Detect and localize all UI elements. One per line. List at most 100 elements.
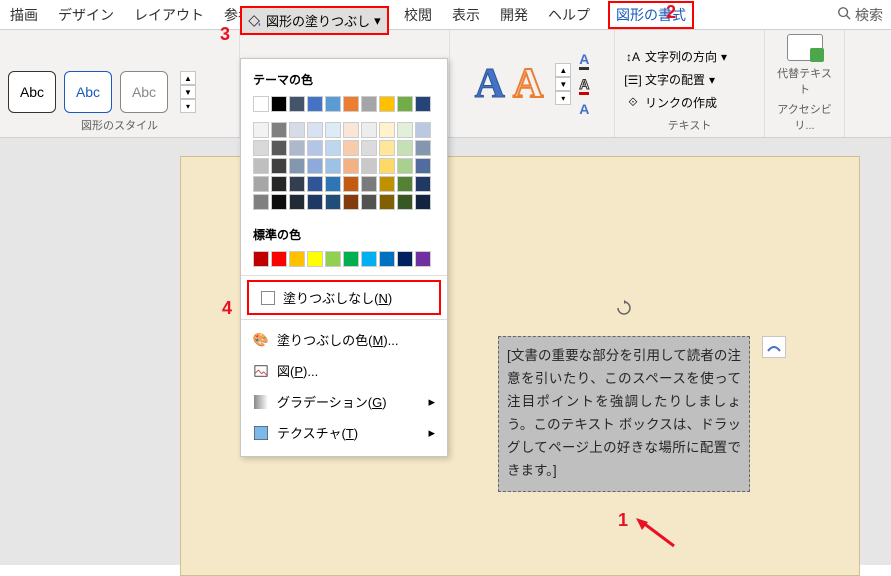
color-swatch[interactable] (289, 122, 305, 138)
color-swatch[interactable] (361, 194, 377, 210)
gradient-item[interactable]: グラデーション(G) ▸ (241, 386, 447, 417)
color-swatch[interactable] (361, 158, 377, 174)
color-swatch[interactable] (361, 176, 377, 192)
rotation-handle[interactable] (616, 300, 632, 316)
more-colors-item[interactable]: 🎨 塗りつぶしの色(M)... (241, 324, 447, 355)
textbox[interactable]: [文書の重要な部分を引用して読者の注意を引いたり、このスペースを使って注目ポイン… (498, 336, 750, 492)
style-option-2[interactable]: Abc (64, 71, 112, 113)
color-swatch[interactable] (325, 140, 341, 156)
color-swatch[interactable] (343, 251, 359, 267)
color-swatch[interactable] (415, 251, 431, 267)
tab-review[interactable]: 校閲 (402, 1, 434, 29)
color-swatch[interactable] (271, 96, 287, 112)
color-swatch[interactable] (271, 122, 287, 138)
wordart-nav-up[interactable]: ▲ (555, 63, 571, 77)
color-swatch[interactable] (361, 96, 377, 112)
color-swatch[interactable] (397, 140, 413, 156)
text-effects-icon[interactable]: A (579, 101, 589, 117)
color-swatch[interactable] (397, 158, 413, 174)
color-swatch[interactable] (289, 176, 305, 192)
text-fill-icon[interactable]: A (579, 51, 589, 70)
color-swatch[interactable] (289, 194, 305, 210)
color-swatch[interactable] (415, 122, 431, 138)
text-direction-button[interactable]: ↕A 文字列の方向 ▾ (623, 46, 756, 67)
color-swatch[interactable] (253, 251, 269, 267)
color-swatch[interactable] (253, 122, 269, 138)
color-swatch[interactable] (379, 140, 395, 156)
layout-options-button[interactable] (762, 336, 786, 358)
tab-layout[interactable]: レイアウト (132, 1, 206, 29)
text-align-button[interactable]: [☰] 文字の配置 ▾ (623, 69, 756, 90)
color-swatch[interactable] (307, 158, 323, 174)
color-swatch[interactable] (343, 140, 359, 156)
color-swatch[interactable] (379, 194, 395, 210)
tab-draw[interactable]: 描画 (8, 1, 40, 29)
wordart-style-2[interactable]: A (513, 60, 543, 108)
color-swatch[interactable] (253, 140, 269, 156)
color-swatch[interactable] (397, 176, 413, 192)
color-swatch[interactable] (289, 251, 305, 267)
style-nav-more[interactable]: ▾ (180, 99, 196, 113)
color-swatch[interactable] (415, 96, 431, 112)
color-swatch[interactable] (289, 158, 305, 174)
color-swatch[interactable] (397, 96, 413, 112)
color-swatch[interactable] (307, 96, 323, 112)
color-swatch[interactable] (415, 158, 431, 174)
color-swatch[interactable] (325, 194, 341, 210)
wordart-style-1[interactable]: A (475, 60, 505, 108)
color-swatch[interactable] (271, 158, 287, 174)
texture-item[interactable]: テクスチャ(T) ▸ (241, 417, 447, 448)
style-option-3[interactable]: Abc (120, 71, 168, 113)
style-nav-down[interactable]: ▼ (180, 85, 196, 99)
color-swatch[interactable] (343, 176, 359, 192)
tab-shape-format[interactable]: 図形の書式 (608, 1, 694, 29)
tab-developer[interactable]: 開発 (498, 1, 530, 29)
wordart-nav-down[interactable]: ▼ (555, 77, 571, 91)
color-swatch[interactable] (415, 140, 431, 156)
shape-fill-button[interactable]: 図形の塗りつぶし ▾ (240, 6, 389, 35)
color-swatch[interactable] (325, 96, 341, 112)
color-swatch[interactable] (343, 96, 359, 112)
color-swatch[interactable] (343, 194, 359, 210)
color-swatch[interactable] (379, 158, 395, 174)
color-swatch[interactable] (379, 251, 395, 267)
color-swatch[interactable] (253, 158, 269, 174)
color-swatch[interactable] (307, 140, 323, 156)
color-swatch[interactable] (253, 194, 269, 210)
color-swatch[interactable] (343, 158, 359, 174)
color-swatch[interactable] (379, 96, 395, 112)
color-swatch[interactable] (289, 96, 305, 112)
style-option-1[interactable]: Abc (8, 71, 56, 113)
color-swatch[interactable] (361, 140, 377, 156)
color-swatch[interactable] (271, 251, 287, 267)
alt-text-icon[interactable] (787, 34, 823, 61)
color-swatch[interactable] (415, 194, 431, 210)
color-swatch[interactable] (289, 140, 305, 156)
search-box[interactable]: 検索 (837, 5, 883, 25)
color-swatch[interactable] (343, 122, 359, 138)
color-swatch[interactable] (397, 122, 413, 138)
color-swatch[interactable] (397, 194, 413, 210)
color-swatch[interactable] (271, 176, 287, 192)
create-link-button[interactable]: ⟐ リンクの作成 (623, 92, 756, 113)
color-swatch[interactable] (415, 176, 431, 192)
color-swatch[interactable] (307, 122, 323, 138)
color-swatch[interactable] (271, 194, 287, 210)
color-swatch[interactable] (361, 251, 377, 267)
tab-view[interactable]: 表示 (450, 1, 482, 29)
picture-fill-item[interactable]: 図(P)... (241, 355, 447, 386)
color-swatch[interactable] (253, 176, 269, 192)
color-swatch[interactable] (361, 122, 377, 138)
wordart-nav-more[interactable]: ▾ (555, 91, 571, 105)
color-swatch[interactable] (379, 176, 395, 192)
no-fill-item[interactable]: 塗りつぶしなし(N) (247, 280, 441, 315)
color-swatch[interactable] (307, 251, 323, 267)
text-outline-icon[interactable]: A (579, 76, 589, 95)
style-nav-up[interactable]: ▲ (180, 71, 196, 85)
color-swatch[interactable] (325, 122, 341, 138)
color-swatch[interactable] (325, 158, 341, 174)
tab-help[interactable]: ヘルプ (546, 1, 592, 29)
color-swatch[interactable] (325, 251, 341, 267)
color-swatch[interactable] (253, 96, 269, 112)
color-swatch[interactable] (325, 176, 341, 192)
